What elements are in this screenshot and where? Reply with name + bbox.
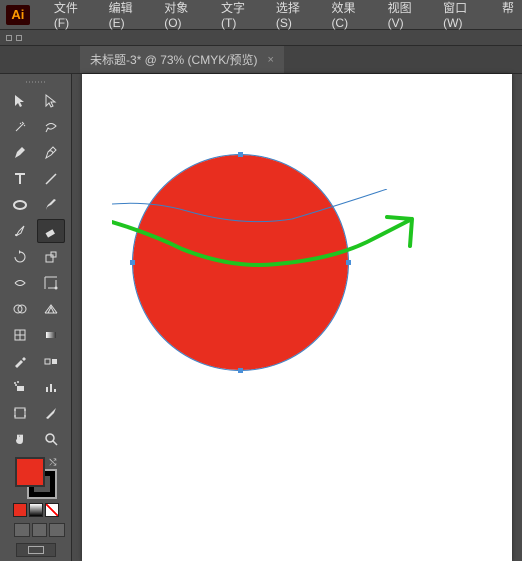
close-icon[interactable]: ×: [268, 54, 274, 66]
menu-bar: Ai 文件(F) 编辑(E) 对象(O) 文字(T) 选择(S) 效果(C) 视…: [0, 0, 522, 30]
mesh-tool[interactable]: [6, 323, 34, 347]
eraser-tool[interactable]: [37, 219, 65, 243]
draw-normal-mode[interactable]: [14, 523, 30, 537]
column-graph-tool[interactable]: [37, 375, 65, 399]
shaper-tool[interactable]: [6, 219, 34, 243]
workspace: ⤭: [0, 74, 522, 561]
rotate-tool[interactable]: [6, 245, 34, 269]
control-placeholder: [6, 35, 12, 41]
color-mode-none[interactable]: [45, 503, 59, 517]
selection-handle-bottom[interactable]: [238, 368, 243, 373]
blend-tool[interactable]: [37, 349, 65, 373]
paintbrush-tool[interactable]: [37, 193, 65, 217]
tools-panel: ⤭: [0, 74, 72, 561]
swap-fill-stroke-icon[interactable]: ⤭: [49, 457, 56, 468]
scale-tool[interactable]: [37, 245, 65, 269]
artboard[interactable]: [82, 74, 512, 561]
screen-mode-button[interactable]: [16, 543, 56, 557]
app-logo: Ai: [6, 5, 30, 25]
green-arrow-path[interactable]: [112, 214, 432, 294]
menu-select[interactable]: 选择(S): [268, 0, 324, 34]
hand-tool[interactable]: [6, 427, 34, 451]
artboard-tool[interactable]: [6, 401, 34, 425]
draw-inside-mode[interactable]: [49, 523, 65, 537]
perspective-grid-tool[interactable]: [37, 297, 65, 321]
lasso-tool[interactable]: [37, 115, 65, 139]
tab-title: 未标题-3* @ 73% (CMYK/预览): [90, 51, 258, 68]
type-tool[interactable]: [6, 167, 34, 191]
eyedropper-tool[interactable]: [6, 349, 34, 373]
menu-type[interactable]: 文字(T): [213, 0, 268, 34]
zoom-tool[interactable]: [37, 427, 65, 451]
menu-object[interactable]: 对象(O): [156, 0, 213, 34]
menu-window[interactable]: 窗口(W): [435, 0, 494, 34]
pen-tool[interactable]: [6, 141, 34, 165]
menu-view[interactable]: 视图(V): [380, 0, 436, 34]
panel-grip[interactable]: [6, 78, 65, 86]
curvature-tool[interactable]: [37, 141, 65, 165]
shape-builder-tool[interactable]: [6, 297, 34, 321]
draw-behind-mode[interactable]: [32, 523, 48, 537]
gradient-tool[interactable]: [37, 323, 65, 347]
ellipse-tool[interactable]: [6, 193, 34, 217]
slice-tool[interactable]: [37, 401, 65, 425]
symbol-sprayer-tool[interactable]: [6, 375, 34, 399]
control-placeholder: [16, 35, 22, 41]
selection-handle-top[interactable]: [238, 152, 243, 157]
magic-wand-tool[interactable]: [6, 115, 34, 139]
fill-stroke-swatch[interactable]: ⤭: [15, 457, 57, 499]
menu-help[interactable]: 帮: [494, 0, 522, 34]
canvas-area[interactable]: [72, 74, 522, 561]
color-mode-gradient[interactable]: [29, 503, 43, 517]
free-transform-tool[interactable]: [37, 271, 65, 295]
color-mode-solid[interactable]: [13, 503, 27, 517]
menu-effect[interactable]: 效果(C): [323, 0, 379, 34]
color-swatches: ⤭: [6, 457, 65, 557]
selection-tool[interactable]: [6, 89, 34, 113]
document-tabs: 未标题-3* @ 73% (CMYK/预览) ×: [0, 46, 522, 74]
line-tool[interactable]: [37, 167, 65, 191]
fill-swatch[interactable]: [15, 457, 45, 487]
menu-file[interactable]: 文件(F): [46, 0, 101, 34]
document-tab[interactable]: 未标题-3* @ 73% (CMYK/预览) ×: [80, 46, 284, 73]
direct-selection-tool[interactable]: [37, 89, 65, 113]
width-tool[interactable]: [6, 271, 34, 295]
main-menu: 文件(F) 编辑(E) 对象(O) 文字(T) 选择(S) 效果(C) 视图(V…: [46, 0, 522, 34]
menu-edit[interactable]: 编辑(E): [101, 0, 157, 34]
